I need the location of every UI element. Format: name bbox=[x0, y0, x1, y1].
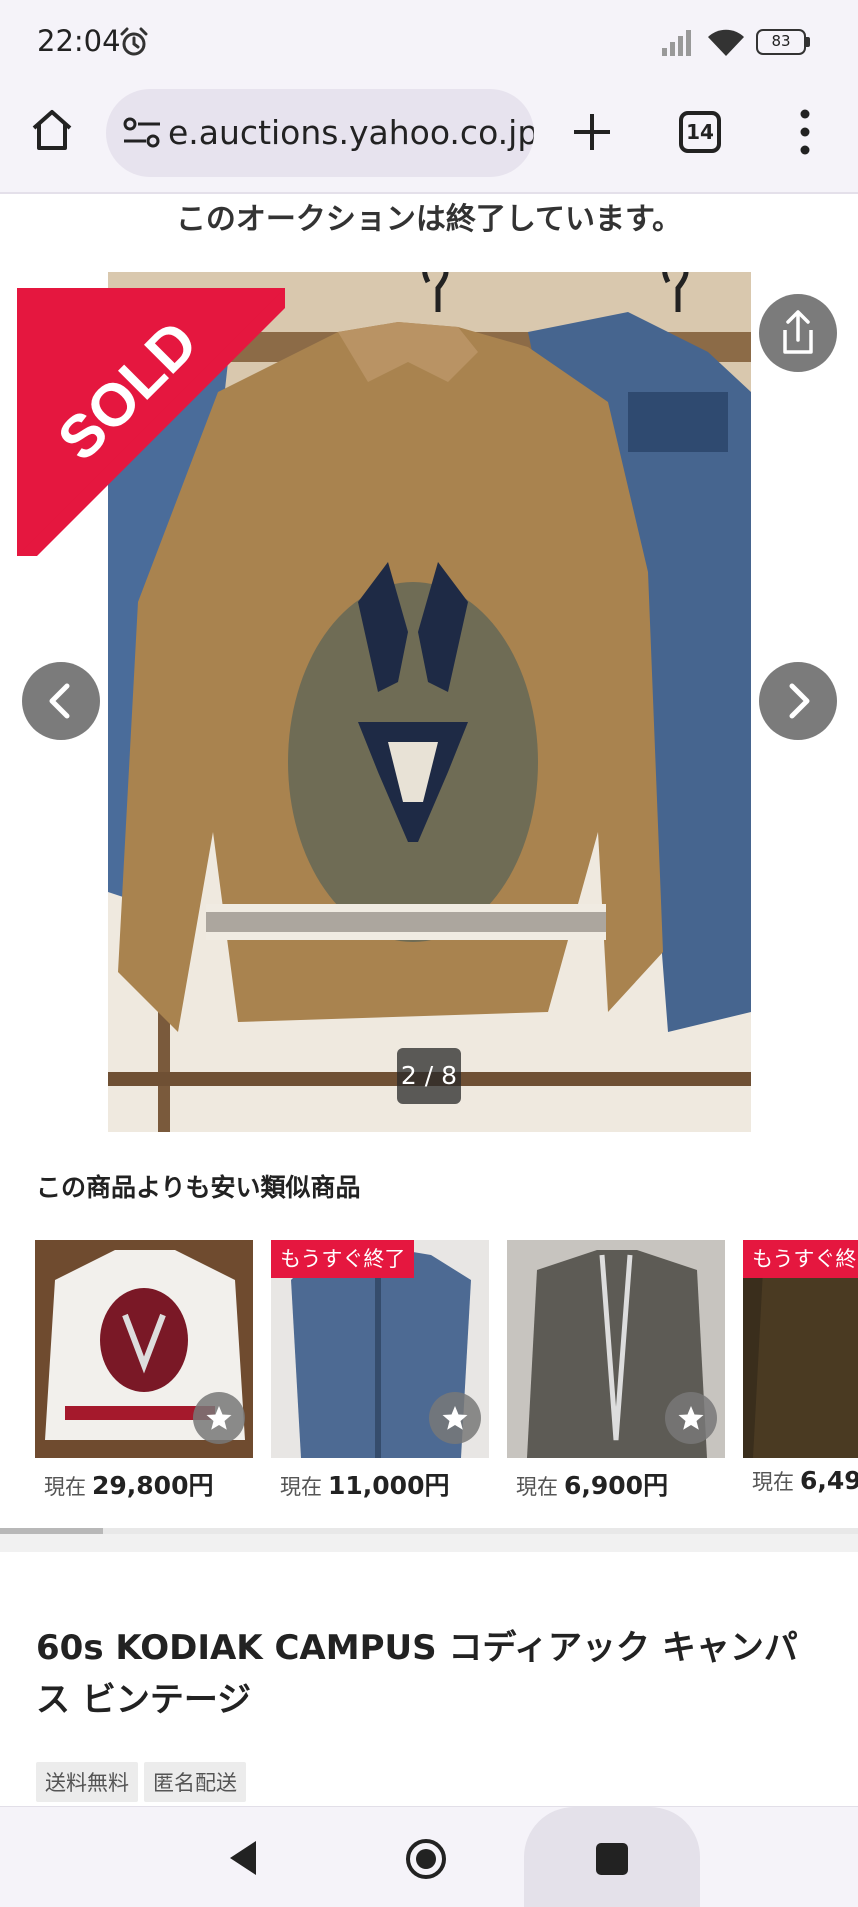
price-value: 6,900円 bbox=[564, 1471, 669, 1500]
similar-item-price: 現在 6,900円 bbox=[516, 1466, 668, 1500]
image-gallery[interactable]: SOLD 2 / 8 bbox=[0, 270, 858, 1132]
similar-item-card[interactable]: もうすぐ終了 現在6,490 bbox=[743, 1240, 858, 1495]
similar-item-thumb[interactable] bbox=[35, 1240, 253, 1458]
share-button[interactable] bbox=[759, 294, 837, 372]
image-counter: 2 / 8 bbox=[397, 1048, 461, 1104]
battery-nub bbox=[806, 37, 810, 47]
chevron-left-icon bbox=[49, 683, 70, 719]
chevron-right-icon bbox=[789, 683, 810, 719]
sold-ribbon: SOLD bbox=[17, 288, 285, 556]
similar-item-thumb[interactable]: もうすぐ終了 bbox=[271, 1240, 489, 1458]
price-label: 現在 bbox=[752, 1470, 794, 1494]
price-value: 29,800円 bbox=[92, 1471, 214, 1500]
system-navigation-bar bbox=[0, 1806, 858, 1907]
recents-button[interactable] bbox=[524, 1807, 700, 1907]
shipping-tags: 送料無料 匿名配送 bbox=[36, 1762, 252, 1802]
battery-level: 83 bbox=[756, 29, 806, 55]
star-icon bbox=[678, 1406, 704, 1430]
price-value: 6,490 bbox=[800, 1466, 858, 1495]
similar-item-price: 現在 29,800円 bbox=[44, 1466, 213, 1500]
home-icon[interactable] bbox=[28, 106, 76, 154]
prev-image-button[interactable] bbox=[22, 662, 100, 740]
more-vert-icon[interactable] bbox=[792, 106, 818, 158]
browser-toolbar: e.auctions.yahoo.co.jp 14 bbox=[0, 84, 858, 194]
similar-item-card[interactable]: 現在 29,800円 bbox=[35, 1240, 253, 1500]
similar-item-card[interactable]: 現在 6,900円 bbox=[507, 1240, 725, 1500]
tune-icon[interactable] bbox=[122, 117, 162, 149]
similar-item-card[interactable]: もうすぐ終了 現在 11,000円 bbox=[271, 1240, 489, 1500]
status-time: 22:04 bbox=[37, 24, 121, 58]
wifi-icon bbox=[708, 29, 744, 56]
price-label: 現在 bbox=[44, 1475, 86, 1499]
favorite-star-button[interactable] bbox=[429, 1392, 481, 1444]
favorite-star-button[interactable] bbox=[665, 1392, 717, 1444]
similar-item-price: 現在 11,000円 bbox=[280, 1466, 449, 1500]
price-label: 現在 bbox=[516, 1475, 558, 1499]
ending-soon-badge: もうすぐ終了 bbox=[743, 1240, 858, 1278]
star-icon bbox=[442, 1406, 468, 1430]
share-icon bbox=[783, 310, 813, 354]
anonymous-shipping-tag: 匿名配送 bbox=[144, 1762, 246, 1802]
auction-ended-notice: このオークションは終了しています。 bbox=[175, 202, 683, 237]
similar-items-title: この商品よりも安い類似商品 bbox=[36, 1173, 361, 1202]
star-icon bbox=[206, 1406, 232, 1430]
ending-soon-badge: もうすぐ終了 bbox=[271, 1240, 415, 1278]
next-image-button[interactable] bbox=[759, 662, 837, 740]
free-shipping-tag: 送料無料 bbox=[36, 1762, 138, 1802]
home-circle-icon[interactable] bbox=[404, 1837, 448, 1881]
section-divider bbox=[0, 1534, 858, 1552]
similar-item-thumb[interactable]: もうすぐ終了 bbox=[743, 1240, 858, 1458]
price-label: 現在 bbox=[280, 1475, 322, 1499]
plus-icon[interactable] bbox=[568, 108, 616, 156]
similar-item-thumb[interactable] bbox=[507, 1240, 725, 1458]
tabs-button[interactable]: 14 bbox=[679, 111, 721, 153]
url-text: e.auctions.yahoo.co.jp bbox=[168, 113, 534, 152]
address-bar[interactable]: e.auctions.yahoo.co.jp bbox=[106, 89, 534, 177]
status-bar: 22:04 83 bbox=[0, 0, 858, 84]
signal-icon bbox=[662, 30, 691, 56]
favorite-star-button[interactable] bbox=[193, 1392, 245, 1444]
item-title: 60s KODIAK CAMPUS コディアック キャンパス ビンテージ bbox=[36, 1628, 798, 1720]
price-value: 11,000円 bbox=[328, 1471, 450, 1500]
battery-icon: 83 bbox=[756, 29, 810, 55]
similar-item-price: 現在6,490 bbox=[752, 1466, 858, 1496]
similar-items-carousel[interactable]: 現在 29,800円 もうすぐ終了 現在 11,000円 現在 6,900円 も… bbox=[0, 1240, 858, 1500]
recents-icon bbox=[596, 1843, 628, 1875]
back-icon[interactable] bbox=[222, 1837, 262, 1879]
alarm-icon bbox=[120, 27, 148, 56]
